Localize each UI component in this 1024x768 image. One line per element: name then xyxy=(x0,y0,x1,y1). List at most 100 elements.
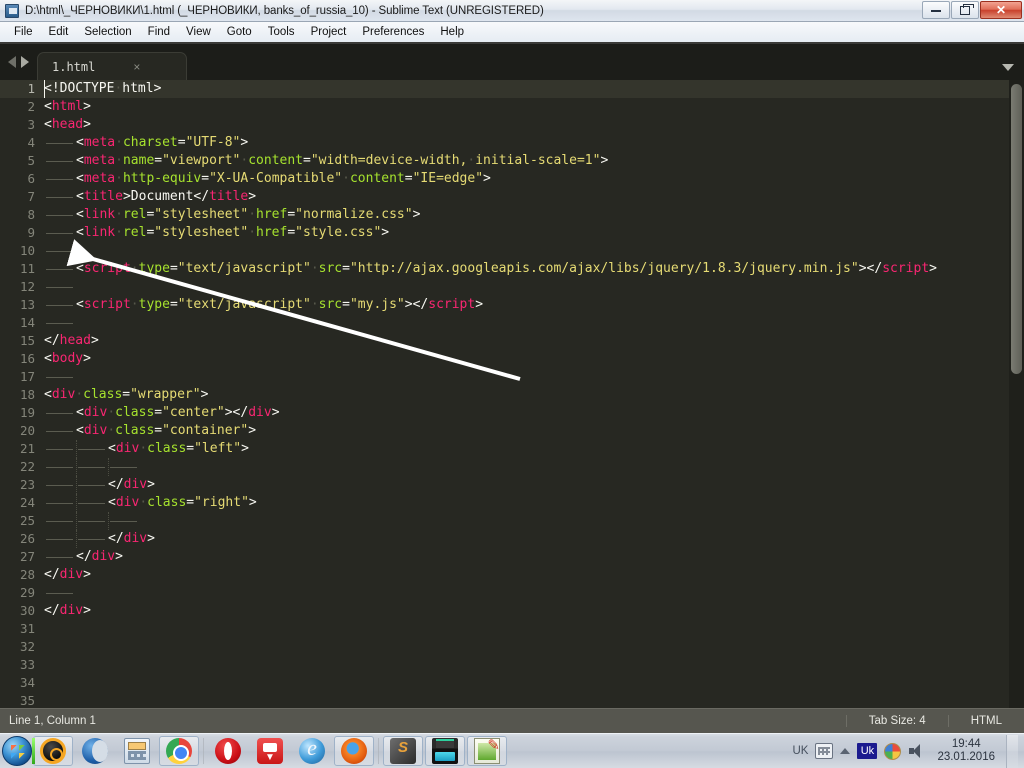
clock[interactable]: 19:44 23.01.2016 xyxy=(933,738,995,764)
code-line[interactable]: 17 xyxy=(0,368,1024,386)
code-line[interactable]: 34 xyxy=(0,674,1024,692)
menu-item-preferences[interactable]: Preferences xyxy=(354,24,432,40)
window-title-bar[interactable]: D:\html\_ЧЕРНОВИКИ\1.html (_ЧЕРНОВИКИ, b… xyxy=(0,0,1024,22)
code-text xyxy=(44,458,1024,476)
menu-item-view[interactable]: View xyxy=(178,24,219,40)
tab-size-status[interactable]: Tab Size: 4 xyxy=(845,715,948,727)
code-text: <!DOCTYPE·html> xyxy=(44,80,1024,98)
code-line[interactable]: 16 <body> xyxy=(0,350,1024,368)
keyboard-icon[interactable] xyxy=(815,743,834,759)
close-button[interactable]: ✕ xyxy=(980,1,1022,19)
tab-next-icon[interactable] xyxy=(21,56,29,68)
taskbar-button-chrome[interactable] xyxy=(159,736,199,766)
menu-item-help[interactable]: Help xyxy=(432,24,472,40)
taskbar-button-sublime-text[interactable] xyxy=(383,736,423,766)
menu-item-find[interactable]: Find xyxy=(140,24,178,40)
menu-item-file[interactable]: File xyxy=(6,24,41,40)
code-line[interactable]: 35 xyxy=(0,692,1024,708)
code-line[interactable]: 9 <link·rel="stylesheet"·href="style.css"… xyxy=(0,224,1024,242)
tab-whitespace-marker xyxy=(44,260,76,278)
line-number: 27 xyxy=(19,549,35,564)
taskbar-button-notepadpp[interactable] xyxy=(467,736,507,766)
code-line[interactable]: 18 <div·class="wrapper"> xyxy=(0,386,1024,404)
code-line[interactable]: 10 xyxy=(0,242,1024,260)
code-line[interactable]: 23 </div> xyxy=(0,476,1024,494)
video-downloader-icon xyxy=(257,738,283,764)
sublime-text-icon xyxy=(390,738,416,764)
taskbar-button-aimp[interactable] xyxy=(32,736,73,766)
menu-item-selection[interactable]: Selection xyxy=(76,24,139,40)
tab-1-html[interactable]: 1.html × xyxy=(37,52,187,80)
line-number: 10 xyxy=(19,243,35,258)
palette-icon[interactable] xyxy=(884,742,902,760)
taskbar-button-internet-explorer[interactable] xyxy=(292,735,332,766)
scrollbar-thumb[interactable] xyxy=(1011,84,1022,374)
menu-item-edit[interactable]: Edit xyxy=(41,24,77,40)
menu-item-project[interactable]: Project xyxy=(303,24,355,40)
code-line[interactable]: 8 <link·rel="stylesheet"·href="normalize.… xyxy=(0,206,1024,224)
taskbar-button-moon-browser[interactable] xyxy=(75,736,115,766)
editor-scrollbar[interactable] xyxy=(1009,80,1024,708)
start-button[interactable] xyxy=(2,736,32,766)
taskbar-button-firefox[interactable] xyxy=(334,736,374,766)
tab-whitespace-marker xyxy=(44,584,76,602)
tab-nav-arrows[interactable] xyxy=(0,56,37,80)
show-desktop-button[interactable] xyxy=(1006,734,1018,768)
code-line[interactable]: 3 <head> xyxy=(0,116,1024,134)
code-token: = xyxy=(287,225,296,240)
taskbar-button-calculator[interactable] xyxy=(117,736,157,766)
taskbar-button-printer[interactable] xyxy=(425,736,465,766)
code-line[interactable]: 6 <meta·http-equiv="X-UA-Compatible"·cont… xyxy=(0,170,1024,188)
code-line[interactable]: 31 xyxy=(0,620,1024,638)
chevron-down-icon[interactable] xyxy=(1002,64,1014,71)
code-token: meta xyxy=(83,171,116,186)
line-number: 35 xyxy=(19,693,35,708)
code-line[interactable]: 26 </div> xyxy=(0,530,1024,548)
code-line[interactable]: 14 xyxy=(0,314,1024,332)
code-line[interactable]: 15 </head> xyxy=(0,332,1024,350)
code-line[interactable]: 19 <div·class="center"></div> xyxy=(0,404,1024,422)
speaker-icon[interactable] xyxy=(908,743,926,759)
menu-item-goto[interactable]: Goto xyxy=(219,24,260,40)
code-line[interactable]: 25 xyxy=(0,512,1024,530)
line-number: 17 xyxy=(19,369,35,384)
code-line[interactable]: 22 xyxy=(0,458,1024,476)
menu-item-tools[interactable]: Tools xyxy=(260,24,303,40)
code-line[interactable]: 11 <script·type="text/javascript"·src="ht… xyxy=(0,260,1024,278)
restore-button[interactable] xyxy=(951,1,979,19)
code-line[interactable]: 24 <div·class="right"> xyxy=(0,494,1024,512)
tab-prev-icon[interactable] xyxy=(8,56,16,68)
tab-whitespace-marker xyxy=(44,242,76,260)
code-line[interactable]: 1 <!DOCTYPE·html> xyxy=(0,80,1024,98)
code-line[interactable]: 13 <script·type="text/javascript"·src="my… xyxy=(0,296,1024,314)
code-line[interactable]: 20 <div·class="container"> xyxy=(0,422,1024,440)
taskbar-button-video-downloader[interactable] xyxy=(250,736,290,766)
code-token: > xyxy=(241,441,249,456)
code-line[interactable]: 4 <meta·charset="UTF-8"> xyxy=(0,134,1024,152)
code-line[interactable]: 30 </div> xyxy=(0,602,1024,620)
language-badge[interactable]: Uk xyxy=(857,743,878,759)
code-editor[interactable]: 1 <!DOCTYPE·html> 2 <html> 3 <head> 4 <meta·cha… xyxy=(0,80,1024,708)
tab-close-icon[interactable]: × xyxy=(133,60,140,74)
code-line[interactable]: 28 </div> xyxy=(0,566,1024,584)
line-number: 1 xyxy=(27,81,35,96)
code-line[interactable]: 5 <meta·name="viewport"·content="width=de… xyxy=(0,152,1024,170)
code-line[interactable]: 27 </div> xyxy=(0,548,1024,566)
code-token: · xyxy=(115,171,123,186)
code-line[interactable]: 7 <title>Document</title> xyxy=(0,188,1024,206)
code-line[interactable]: 32 xyxy=(0,638,1024,656)
chevron-up-icon[interactable] xyxy=(840,748,851,754)
tab-whitespace-marker xyxy=(76,512,108,530)
code-line[interactable]: 29 xyxy=(0,584,1024,602)
minimize-button[interactable] xyxy=(922,1,950,19)
code-line[interactable]: 21 <div·class="left"> xyxy=(0,440,1024,458)
code-text: <meta·name="viewport"·content="width=dev… xyxy=(44,152,1024,170)
tab-whitespace-marker xyxy=(44,314,76,332)
code-line[interactable]: 2 <html> xyxy=(0,98,1024,116)
code-token: "UTF-8" xyxy=(185,135,241,150)
code-line[interactable]: 12 xyxy=(0,278,1024,296)
cursor-position-status[interactable]: Line 1, Column 1 xyxy=(0,715,96,727)
code-line[interactable]: 33 xyxy=(0,656,1024,674)
taskbar-button-opera[interactable] xyxy=(208,736,248,766)
syntax-status[interactable]: HTML xyxy=(947,715,1024,727)
